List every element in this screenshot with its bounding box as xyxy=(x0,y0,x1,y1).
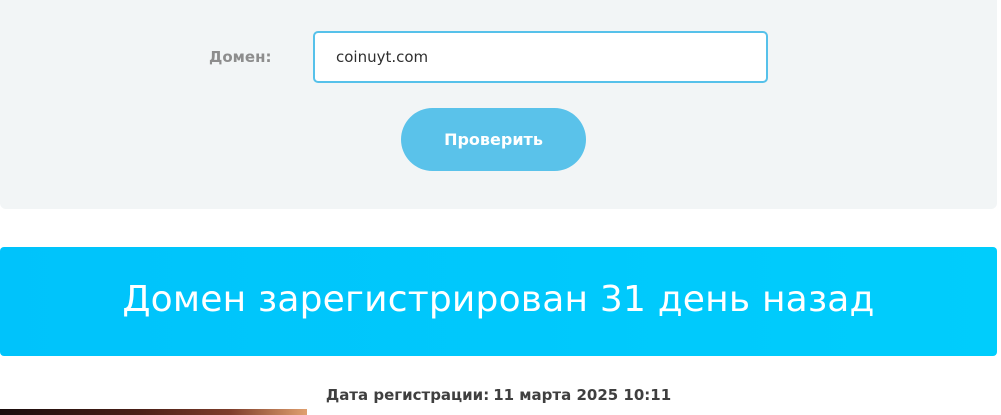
domain-age-title: Домен зарегистрирован 31 день назад xyxy=(122,279,875,320)
domain-age-banner: Домен зарегистрирован 31 день назад xyxy=(0,247,997,356)
registration-date: Дата регистрации: 11 марта 2025 10:11 xyxy=(0,385,997,405)
domain-label: Домен: xyxy=(209,48,272,66)
registration-date-value: 11 марта 2025 10:11 xyxy=(493,386,672,404)
domain-check-panel: Домен: Проверить xyxy=(0,0,997,209)
registration-date-label: Дата регистрации: xyxy=(325,386,490,404)
check-button[interactable]: Проверить xyxy=(401,108,586,171)
preview-image xyxy=(0,409,307,415)
domain-input[interactable] xyxy=(313,31,768,83)
